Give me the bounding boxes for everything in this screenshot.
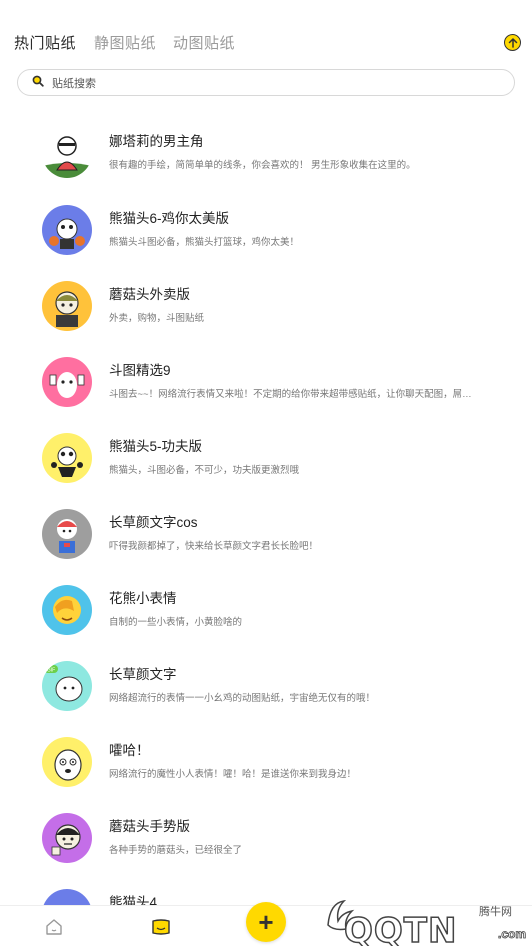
- tab-static-stickers[interactable]: 静图贴纸: [94, 32, 156, 53]
- list-item[interactable]: GIF 长草颜文字 网络超流行的表情一一小幺鸡的动图贴纸，宇宙绝无仅有的哦！: [0, 661, 532, 737]
- pack-title: 长草颜文字cos: [109, 515, 198, 530]
- list-item[interactable]: 花熊小表情 自制的一些小表情，小黄脸啥的: [0, 585, 532, 661]
- tab-label: 热门贴纸: [14, 35, 77, 52]
- pack-title: 蘑菇头手势版: [109, 819, 190, 834]
- search-input[interactable]: 贴纸搜索: [17, 69, 515, 96]
- tab-animated-stickers[interactable]: 动图贴纸: [173, 32, 235, 53]
- list-item[interactable]: 斗图精选9 斗图去~~！网络流行表情又来啦！不定期的给你带来超带感贴纸，让你聊天…: [0, 357, 532, 433]
- tab-hot-stickers[interactable]: 热门贴纸: [12, 32, 79, 56]
- sticker-pack-avatar: [42, 737, 92, 787]
- pack-description: 自制的一些小表情，小黄脸啥的: [109, 617, 243, 628]
- sticker-pack-avatar: [42, 281, 92, 331]
- sticker-pack-avatar: [42, 357, 92, 407]
- pack-title: 花熊小表情: [109, 591, 177, 606]
- pack-title: 熊猫头6-鸡你太美版: [109, 211, 230, 226]
- sticker-pack-avatar: [42, 433, 92, 483]
- pack-description: 斗图去~~！网络流行表情又来啦！不定期的给你带来超带感贴纸，让你聊天配图，屌…: [109, 389, 472, 400]
- pack-title: 娜塔莉的男主角: [109, 134, 204, 149]
- tab-label: 静图贴纸: [94, 35, 157, 52]
- watermark-small-text: 腾牛网: [479, 906, 512, 918]
- list-item[interactable]: 长草颜文字cos 吓得我颜都掉了，快来给长草颜文字君长长脸吧！: [0, 509, 532, 585]
- upload-icon[interactable]: [504, 34, 521, 51]
- add-button[interactable]: +: [246, 902, 286, 942]
- pack-description: 各种手势的蘑菇头，已经很全了: [109, 845, 243, 856]
- pack-description: 熊猫头，斗图必备，不可少，功夫版更激烈哦: [109, 465, 300, 476]
- list-item[interactable]: 熊猫头5-功夫版 熊猫头，斗图必备，不可少，功夫版更激烈哦: [0, 433, 532, 509]
- sticker-pack-avatar: [42, 813, 92, 863]
- sticker-pack-avatar: GIF: [42, 661, 92, 711]
- sticker-pack-avatar: [42, 128, 92, 178]
- sticker-pack-avatar: [42, 585, 92, 635]
- site-watermark: 腾牛网 QQTN .com: [322, 885, 532, 946]
- svg-text:GIF: GIF: [47, 668, 55, 674]
- plus-icon: +: [258, 907, 274, 937]
- tab-label: 动图贴纸: [173, 35, 236, 52]
- pack-description: 外卖，购物，斗图贴纸: [109, 313, 205, 324]
- pack-description: 吓得我颜都掉了，快来给长草颜文字君长长脸吧！: [109, 541, 319, 552]
- pack-title: 熊猫头5-功夫版: [109, 439, 203, 454]
- pack-title: 熊猫头4: [109, 895, 158, 905]
- list-item[interactable]: 蘑菇头手势版 各种手势的蘑菇头，已经很全了: [0, 813, 532, 889]
- pack-description: 很有趣的手绘，简简单单的线条，你会喜欢的！ 男生形象收集在这里的。: [109, 160, 416, 171]
- pack-title: 长草颜文字: [109, 667, 177, 682]
- pack-description: 熊猫头斗图必备，熊猫头打篮球，鸡你太美！: [109, 237, 300, 248]
- list-item[interactable]: 嚯哈！ 网络流行的魔性小人表情！嚯！哈！是谁送你来到我身边！: [0, 737, 532, 813]
- sticker-icon[interactable]: [150, 918, 172, 936]
- home-icon[interactable]: [44, 918, 64, 936]
- top-tab-bar: 热门贴纸 静图贴纸 动图贴纸: [0, 0, 532, 60]
- pack-title: 蘑菇头外卖版: [109, 287, 190, 302]
- sticker-pack-avatar: [42, 509, 92, 559]
- sticker-pack-list: 娜塔莉的男主角 很有趣的手绘，简简单单的线条，你会喜欢的！ 男生形象收集在这里的…: [0, 105, 532, 905]
- watermark-big-text: QQTN: [343, 910, 458, 946]
- watermark-suffix-text: .com: [497, 927, 527, 942]
- pack-title: 斗图精选9: [109, 363, 171, 378]
- list-item[interactable]: 娜塔莉的男主角 很有趣的手绘，简简单单的线条，你会喜欢的！ 男生形象收集在这里的…: [0, 128, 532, 204]
- pack-description: 网络流行的魔性小人表情！嚯！哈！是谁送你来到我身边！: [109, 769, 357, 780]
- list-item[interactable]: 熊猫头6-鸡你太美版 熊猫头斗图必备，熊猫头打篮球，鸡你太美！: [0, 205, 532, 281]
- search-icon: [32, 74, 44, 92]
- list-item[interactable]: 蘑菇头外卖版 外卖，购物，斗图贴纸: [0, 281, 532, 357]
- pack-description: 网络超流行的表情一一小幺鸡的动图贴纸，宇宙绝无仅有的哦！: [109, 693, 376, 704]
- search-placeholder: 贴纸搜索: [52, 77, 96, 90]
- sticker-pack-avatar: [42, 205, 92, 255]
- pack-title: 嚯哈！: [109, 743, 150, 758]
- sticker-pack-avatar: [42, 889, 92, 905]
